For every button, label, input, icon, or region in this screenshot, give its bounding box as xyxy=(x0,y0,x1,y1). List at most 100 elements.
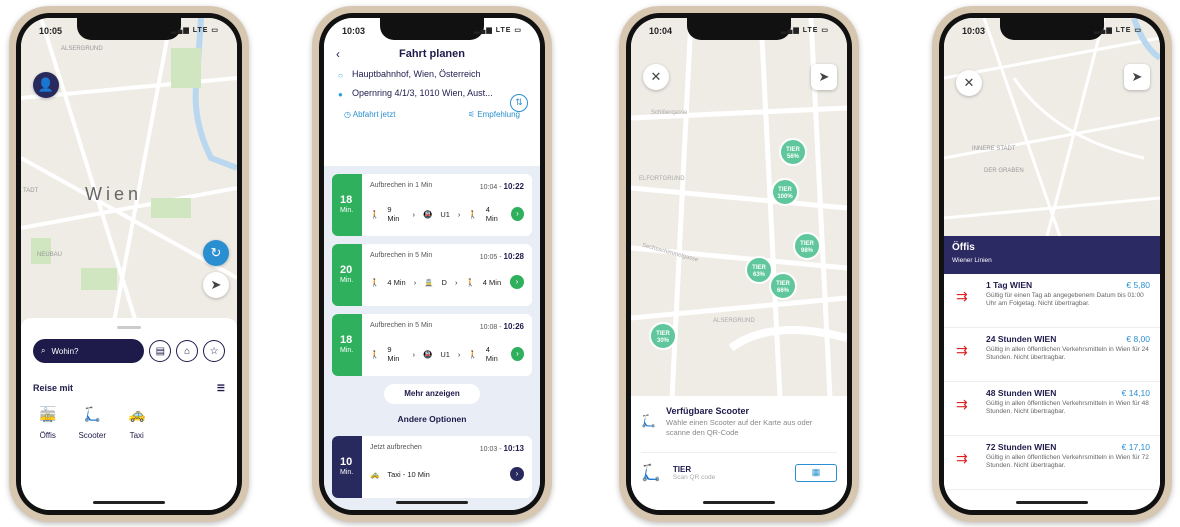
ticket-desc: Gültig in allen öffentlichen Verkehrsmit… xyxy=(986,454,1149,470)
depart-time-option[interactable]: ◷ Abfahrt jetzt xyxy=(344,110,395,119)
show-more-button[interactable]: Mehr anzeigen xyxy=(384,384,480,404)
walk-icon: 🚶 xyxy=(370,277,380,287)
scooter-pin[interactable]: TIER 63% xyxy=(745,256,773,284)
leave-text: Jetzt aufbrechen xyxy=(370,444,422,451)
screen-scooter: 10:04 ▂▄▆ LTE ▭ ELFORTGRUND Sechsschimmel… xyxy=(631,18,847,510)
profile-button[interactable]: 👤 xyxy=(33,72,59,98)
provider-row[interactable]: 🛴 TIER Scan QR code ▦ xyxy=(641,452,837,483)
locate-button[interactable]: ➤ xyxy=(203,272,229,298)
map-street-label: DER GRABEN xyxy=(984,168,1024,174)
ticket-price: € 17,10 xyxy=(1121,442,1150,452)
map-district-label: INNERE STADT xyxy=(972,146,1016,152)
chevron-right-icon[interactable]: › xyxy=(510,207,524,221)
scooter-pin[interactable]: TIER 66% xyxy=(769,272,797,300)
list-icon[interactable]: ☰ xyxy=(217,383,225,394)
favorites-button[interactable]: ☆ xyxy=(203,340,226,362)
dep-time: 10:05 xyxy=(479,254,498,261)
scooter-pin[interactable]: TIER 98% xyxy=(793,232,821,260)
back-chevron-icon[interactable]: ‹ xyxy=(336,47,340,61)
walk-icon: 🚶 xyxy=(468,349,478,359)
map-city-label: Wien xyxy=(85,184,143,204)
swap-button[interactable]: ⇅ xyxy=(510,94,528,112)
close-button[interactable]: ✕ xyxy=(643,64,669,90)
chevron-right-icon[interactable]: › xyxy=(510,467,524,481)
navigation-arrow-icon: ➤ xyxy=(1131,69,1143,84)
ticket-name: 1 Tag WIEN xyxy=(986,280,1033,290)
phone-route: 10:03 ▂▄▆ LTE ▭ ‹ Fahrt planen ○ Hauptbahn… xyxy=(312,6,552,522)
qr-code-icon: ▦ xyxy=(811,467,821,478)
pin-brand: TIER xyxy=(786,147,800,153)
chevron-right-icon[interactable]: › xyxy=(510,347,524,361)
dep-time: 10:08 xyxy=(479,324,498,331)
origin-field[interactable]: ○ Hauptbahnhof, Wien, Österreich xyxy=(336,69,528,80)
ticket-name: 24 Stunden WIEN xyxy=(986,334,1057,344)
locate-button[interactable]: ➤ xyxy=(811,64,837,90)
mode-oeffis[interactable]: 🚋 Öffis xyxy=(39,406,56,440)
pin-battery: 63% xyxy=(752,271,765,278)
close-button[interactable]: ✕ xyxy=(956,70,982,96)
chevron-right-icon[interactable]: › xyxy=(510,275,524,289)
phone-scooter: 10:04 ▂▄▆ LTE ▭ ELFORTGRUND Sechsschimmel… xyxy=(619,6,859,522)
recommend-option[interactable]: ⚟ Empfehlung xyxy=(468,110,520,119)
duration-badge: 10 Min. xyxy=(332,436,362,498)
walk-time: 4 Min xyxy=(485,345,498,363)
scooter-pin[interactable]: TIER 30% xyxy=(649,322,677,350)
qr-scan-button[interactable]: ▦ xyxy=(795,464,837,483)
duration-unit: Min. xyxy=(340,347,354,355)
duration-unit: Min. xyxy=(340,277,354,285)
network-label: LTE xyxy=(1115,27,1132,34)
arr-time: 10:26 xyxy=(503,322,524,331)
duration-value: 10 xyxy=(340,456,353,469)
duration-unit: Min. xyxy=(340,469,354,477)
pin-brand: TIER xyxy=(776,281,790,287)
scooter-image-icon: 🛴 xyxy=(641,465,661,483)
route-card[interactable]: 20 Min. Aufbrechen in 5 Min 10:05 - 10:28 … xyxy=(332,244,532,306)
search-input[interactable]: ⌕ Wohin? xyxy=(33,339,145,363)
ticket-item[interactable]: ⇉ 24 Stunden WIEN € 8,00 Gültig in allen öf… xyxy=(944,328,1160,382)
refresh-button[interactable]: ↻ xyxy=(203,240,229,266)
user-icon: 👤 xyxy=(37,77,55,92)
scooter-pin[interactable]: TIER 56% xyxy=(779,138,807,166)
screen-route: 10:03 ▂▄▆ LTE ▭ ‹ Fahrt planen ○ Hauptbahn… xyxy=(324,18,540,510)
locate-button[interactable]: ➤ xyxy=(1124,64,1150,90)
signal-icon: ▂▄▆ LTE ▭ xyxy=(781,27,829,34)
provider-name: TIER xyxy=(672,465,692,475)
scooter-pin[interactable]: TIER 100% xyxy=(771,178,799,206)
destination-field[interactable]: ● Opernring 4/1/3, 1010 Wien, Aust... xyxy=(336,88,528,99)
status-bar: 10:03 ▂▄▆ LTE ▭ xyxy=(324,26,540,40)
taxi-card[interactable]: 10 Min. Jetzt aufbrechen 10:03 - 10:13 🚕 Ta… xyxy=(332,436,532,498)
ticket-desc: Gültig für einen Tag ab angegebenem Datu… xyxy=(986,292,1144,308)
mode-scooter[interactable]: 🛴 Scooter xyxy=(78,406,106,440)
route-header: ‹ Fahrt planen ○ Hauptbahnhof, Wien, Öste… xyxy=(324,18,540,166)
pin-brand: TIER xyxy=(752,265,766,271)
mode-taxi[interactable]: 🚕 Taxi xyxy=(128,406,145,440)
scooter-icon: 🛴 xyxy=(83,406,101,422)
route-card[interactable]: 18 Min. Aufbrechen in 1 Min 10:04 - 10:22 … xyxy=(332,174,532,236)
walk-time: 9 Min xyxy=(387,205,400,223)
sheet-handle[interactable] xyxy=(117,326,141,329)
walk-time: 4 Min xyxy=(485,205,498,223)
screen-home: 10:05 ▂▄▆ LTE ▭ Wien NEUBAU ALSERGRUND TA… xyxy=(21,18,237,510)
ticket-item[interactable]: ⇉ 72 Stunden WIEN € 17,10 Gültig in allen ö… xyxy=(944,436,1160,490)
signal-icon: ▂▄▆ LTE ▭ xyxy=(1094,27,1142,34)
route-card[interactable]: 18 Min. Aufbrechen in 5 Min 10:08 - 10:26 … xyxy=(332,314,532,376)
duration-value: 18 xyxy=(340,334,353,347)
origin-dot-icon: ○ xyxy=(338,71,343,80)
duration-value: 20 xyxy=(340,264,353,277)
home-indicator xyxy=(703,501,775,504)
network-label: LTE xyxy=(495,27,512,34)
ticket-item[interactable]: ⇉ 1 Tag WIEN € 5,80 Gültig für einen Tag ab… xyxy=(944,274,1160,328)
pin-brand: TIER xyxy=(656,331,670,337)
leave-text: Aufbrechen in 5 Min xyxy=(370,322,433,329)
ticket-item[interactable]: ⇉ 48 Stunden WIEN € 14,10 Gültig in allen ö… xyxy=(944,382,1160,436)
home-button[interactable]: ⌂ xyxy=(176,340,199,362)
ticket-price: € 14,10 xyxy=(1121,388,1150,398)
status-bar: 10:03 ▂▄▆ LTE ▭ xyxy=(944,26,1160,40)
pin-battery: 98% xyxy=(800,247,813,254)
pin-brand: TIER xyxy=(800,241,814,247)
work-button[interactable]: ▤ xyxy=(149,340,172,362)
tram-icon: 🚊 xyxy=(424,277,434,287)
pin-battery: 100% xyxy=(777,193,793,200)
taxi-icon: 🚕 xyxy=(370,469,380,479)
status-time: 10:03 xyxy=(342,26,366,36)
